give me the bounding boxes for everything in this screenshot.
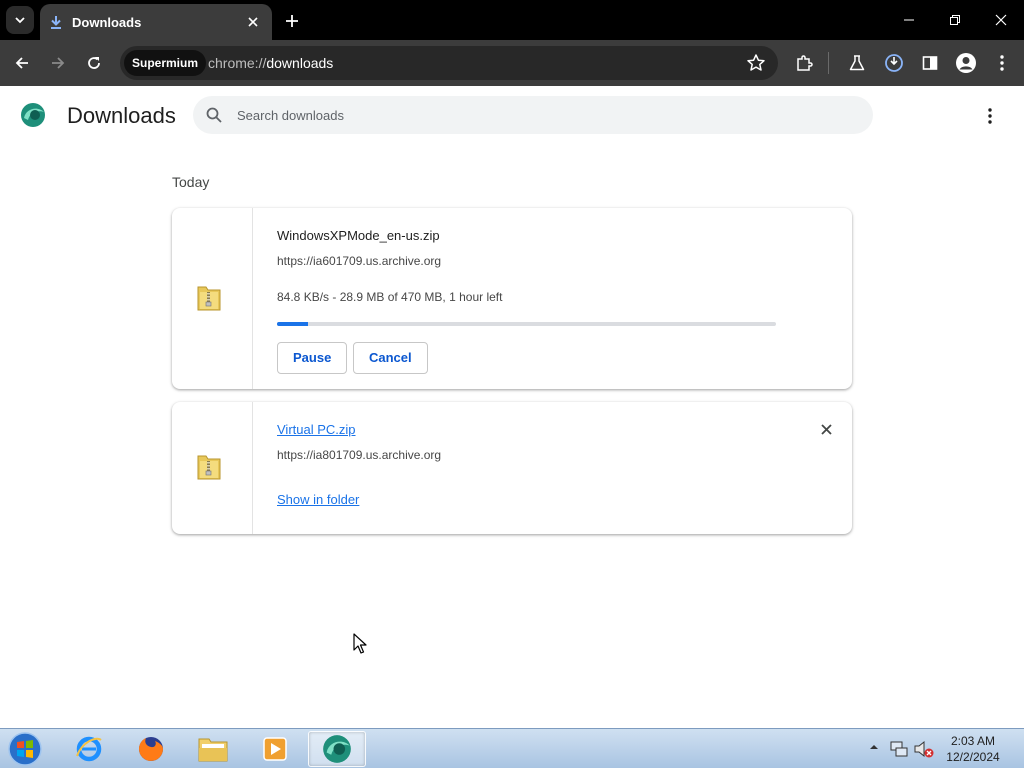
back-button[interactable] xyxy=(8,49,36,77)
clock-time: 2:03 AM xyxy=(950,734,996,748)
media-player-icon xyxy=(263,737,287,761)
flask-icon xyxy=(849,55,865,71)
folder-icon xyxy=(198,738,228,762)
puzzle-icon xyxy=(797,55,813,71)
chevron-down-icon xyxy=(15,17,25,24)
network-icon[interactable] xyxy=(889,739,909,759)
downloads-header: Downloads xyxy=(0,86,1024,146)
kebab-menu-icon xyxy=(988,108,992,124)
side-panel-button[interactable] xyxy=(916,49,944,77)
browser-menu-button[interactable] xyxy=(988,49,1016,77)
download-icon xyxy=(51,16,61,29)
search-box[interactable] xyxy=(193,96,873,134)
taskbar-media-player[interactable] xyxy=(246,731,304,767)
mouse-cursor-icon xyxy=(353,633,367,654)
remove-download-button[interactable] xyxy=(817,420,835,438)
new-tab-button[interactable] xyxy=(281,10,303,32)
supermium-icon xyxy=(323,735,351,763)
download-filename: WindowsXPMode_en-us.zip xyxy=(277,228,440,243)
close-icon xyxy=(995,14,1007,26)
file-icon-column xyxy=(172,402,253,534)
search-icon xyxy=(206,107,222,123)
profile-button[interactable] xyxy=(952,49,980,77)
tab-title: Downloads xyxy=(72,14,142,30)
tab-downloads[interactable]: Downloads xyxy=(40,4,272,40)
date-section-label: Today xyxy=(172,174,210,190)
tab-close-button[interactable] xyxy=(244,13,262,31)
windows-taskbar: 2:03 AM 12/2/2024 xyxy=(0,728,1024,768)
forward-button[interactable] xyxy=(44,49,72,77)
firefox-icon xyxy=(139,737,163,761)
search-input[interactable] xyxy=(237,96,837,134)
toolbar-divider xyxy=(828,52,829,74)
show-in-folder-link[interactable]: Show in folder xyxy=(277,492,359,507)
volume-muted-icon[interactable] xyxy=(913,739,935,759)
arrow-left-icon xyxy=(15,57,28,69)
start-button-icon[interactable] xyxy=(6,731,44,767)
page-title: Downloads xyxy=(67,103,176,128)
extension-circle-icon xyxy=(885,54,903,72)
url-scheme: chrome:// xyxy=(208,55,267,71)
taskbar-clock[interactable]: 2:03 AM 12/2/2024 xyxy=(942,733,1004,765)
taskbar-internet-explorer[interactable] xyxy=(60,731,118,767)
plus-icon xyxy=(286,15,298,27)
address-bar[interactable]: Supermium chrome://downloads xyxy=(120,46,778,80)
title-bar: Downloads xyxy=(0,0,1024,40)
clock-date: 12/2/2024 xyxy=(946,750,1000,764)
supermium-logo-icon xyxy=(21,103,45,127)
download-source-url[interactable]: https://ia801709.us.archive.org xyxy=(277,448,441,462)
labs-button[interactable] xyxy=(843,49,871,77)
side-panel-icon xyxy=(922,56,938,70)
extensions-button[interactable] xyxy=(790,49,818,77)
browser-chip[interactable]: Supermium xyxy=(124,50,207,76)
zip-folder-icon xyxy=(197,455,221,480)
close-icon xyxy=(248,17,258,27)
url-path: downloads xyxy=(266,55,334,71)
kebab-menu-icon xyxy=(1000,55,1004,71)
show-hidden-icons-icon[interactable] xyxy=(868,741,880,753)
download-item: Virtual PC.zip https://ia801709.us.archi… xyxy=(172,402,852,534)
download-filename-link[interactable]: Virtual PC.zip xyxy=(277,422,356,437)
restore-button[interactable] xyxy=(932,0,978,40)
download-status: 84.8 KB/s - 28.9 MB of 470 MB, 1 hour le… xyxy=(277,290,503,304)
download-progress-fill xyxy=(277,322,308,326)
taskbar-supermium[interactable] xyxy=(308,731,366,767)
avatar-icon xyxy=(956,53,976,73)
pause-button[interactable]: Pause xyxy=(277,342,348,374)
reload-button[interactable] xyxy=(80,49,108,77)
minimize-icon xyxy=(904,19,914,21)
file-icon-column xyxy=(172,208,253,389)
zip-folder-icon xyxy=(197,286,221,311)
download-progress-bar xyxy=(277,322,776,326)
taskbar-firefox[interactable] xyxy=(122,731,180,767)
taskbar-file-explorer[interactable] xyxy=(184,731,242,767)
bookmark-star-icon[interactable] xyxy=(746,53,766,73)
minimize-button[interactable] xyxy=(886,0,932,40)
internet-explorer-icon xyxy=(76,736,102,762)
download-item: WindowsXPMode_en-us.zip https://ia601709… xyxy=(172,208,852,389)
close-icon xyxy=(820,423,832,435)
close-window-button[interactable] xyxy=(978,0,1024,40)
download-source-url[interactable]: https://ia601709.us.archive.org xyxy=(277,254,441,268)
reload-icon xyxy=(88,57,100,69)
browser-toolbar: Supermium chrome://downloads xyxy=(0,40,1024,86)
cancel-button[interactable]: Cancel xyxy=(353,342,428,374)
extension-button[interactable] xyxy=(880,49,908,77)
restore-icon xyxy=(950,15,960,25)
url-text[interactable]: chrome://downloads xyxy=(208,46,333,80)
tab-search-button[interactable] xyxy=(6,6,34,34)
downloads-menu-button[interactable] xyxy=(978,104,1002,128)
arrow-right-icon xyxy=(52,57,65,69)
